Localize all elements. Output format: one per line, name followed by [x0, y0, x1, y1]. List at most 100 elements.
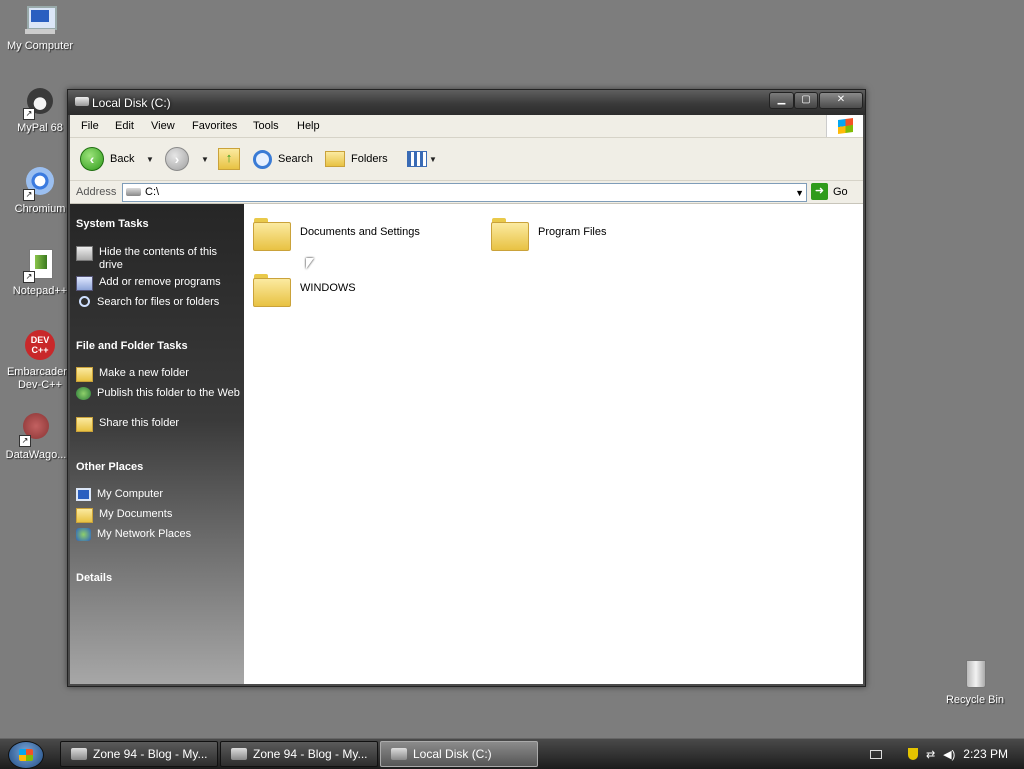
place-my-network-places[interactable]: My Network Places [76, 528, 241, 541]
maximize-button[interactable]: ▢ [794, 92, 818, 109]
search-icon [76, 296, 91, 309]
menu-tools[interactable]: Tools [253, 120, 279, 132]
toolbar: ‹ Back ▼ › ▼ ↑ Search Folders ▼ [70, 138, 863, 181]
up-folder-button[interactable]: ↑ [218, 148, 240, 170]
address-value: C:\ [145, 186, 160, 198]
mypal-icon: ↗ [23, 86, 57, 120]
taskbar: Zone 94 - Blog - My... Zone 94 - Blog - … [0, 738, 1024, 769]
browser-icon [231, 748, 247, 760]
keyboard-icon[interactable] [869, 749, 882, 759]
folder-icon [252, 270, 291, 307]
browser-icon [71, 748, 87, 760]
network-icon[interactable]: ⇄ [926, 748, 935, 761]
computer-icon [76, 488, 91, 501]
forward-arrow-icon: › [165, 147, 189, 171]
close-button[interactable]: ✕ [819, 92, 863, 109]
go-arrow-icon: ➜ [811, 183, 828, 200]
task-share-folder[interactable]: Share this folder [76, 417, 241, 432]
taskbar-button-zone94-2[interactable]: Zone 94 - Blog - My... [220, 741, 378, 767]
drive-icon [126, 188, 141, 196]
folder-name: Documents and Settings [300, 226, 420, 238]
folder-name: Program Files [538, 226, 607, 238]
section-title-details[interactable]: Details [76, 572, 112, 584]
shortcut-arrow-icon: ↗ [23, 108, 35, 120]
back-label: Back [110, 153, 135, 165]
menu-favorites[interactable]: Favorites [192, 120, 237, 132]
views-icon [407, 151, 427, 167]
window-title: Local Disk (C:) [92, 96, 171, 110]
documents-folder-icon [76, 508, 93, 523]
folders-icon [325, 151, 345, 167]
address-bar: Address C:\ ▼ ➜ Go [70, 181, 863, 204]
desktop-icon-my-computer[interactable]: My Computer [0, 4, 80, 53]
add-remove-programs-icon [76, 276, 93, 291]
computer-icon [23, 4, 57, 38]
task-publish-folder-web[interactable]: Publish this folder to the Web [76, 387, 241, 400]
task-add-remove-programs[interactable]: Add or remove programs [76, 276, 241, 291]
volume-icon[interactable]: ◀) [943, 748, 955, 761]
task-hide-drive-contents[interactable]: Hide the contents of this drive [76, 246, 241, 272]
minimize-button[interactable]: ▁ [769, 92, 794, 109]
maximize-icon: ▢ [801, 94, 811, 105]
menu-help[interactable]: Help [297, 120, 320, 132]
folder-item[interactable]: WINDOWS [252, 270, 356, 307]
taskbar-button-label: Zone 94 - Blog - My... [93, 747, 208, 761]
task-make-new-folder[interactable]: Make a new folder [76, 367, 241, 382]
back-history-dropdown[interactable]: ▼ [146, 148, 154, 170]
folder-item[interactable]: Program Files [490, 214, 607, 251]
start-button[interactable] [8, 741, 44, 769]
folders-button[interactable]: Folders [325, 148, 388, 170]
close-icon: ✕ [836, 94, 846, 105]
drive-icon [391, 748, 407, 760]
search-label: Search [278, 153, 313, 165]
forward-history-dropdown[interactable]: ▼ [201, 148, 209, 170]
folder-item[interactable]: Documents and Settings [252, 214, 420, 251]
shortcut-arrow-icon: ↗ [23, 271, 35, 283]
task-label: Share this folder [99, 417, 180, 429]
place-my-computer[interactable]: My Computer [76, 488, 241, 501]
desktop-icon-recycle-bin[interactable]: Recycle Bin [935, 658, 1015, 707]
recycle-bin-icon [958, 658, 992, 692]
folders-label: Folders [351, 153, 388, 165]
network-places-icon [76, 528, 91, 541]
place-label: My Documents [99, 508, 173, 520]
task-label: Publish this folder to the Web [97, 387, 240, 399]
menu-view[interactable]: View [151, 120, 175, 132]
clock[interactable]: 2:23 PM [963, 747, 1008, 761]
taskbar-button-zone94-1[interactable]: Zone 94 - Blog - My... [60, 741, 218, 767]
task-search-files[interactable]: Search for files or folders [76, 296, 241, 309]
security-shield-icon[interactable] [907, 748, 918, 760]
desktop-icon-label: DataWago... [5, 449, 67, 461]
explorer-window: Local Disk (C:) ▁ ▢ ✕ File Edit View Fav… [67, 89, 866, 687]
views-button[interactable]: ▼ [407, 148, 437, 170]
task-label: Hide the contents of this drive [99, 246, 218, 271]
folder-icon [252, 214, 291, 251]
menu-bar: File Edit View Favorites Tools Help [70, 115, 863, 138]
menu-file[interactable]: File [81, 120, 99, 132]
back-button[interactable]: ‹ Back [80, 147, 135, 171]
desktop-icon-datawago[interactable]: ↗ DataWago... [0, 413, 76, 462]
search-icon [253, 149, 272, 169]
hide-contents-icon [76, 246, 93, 261]
new-folder-icon [76, 367, 93, 382]
taskbar-button-label: Zone 94 - Blog - My... [253, 747, 368, 761]
desktop-icon-label: Recycle Bin [945, 694, 1005, 706]
menu-edit[interactable]: Edit [115, 120, 134, 132]
task-label: Make a new folder [99, 367, 189, 379]
place-my-documents[interactable]: My Documents [76, 508, 241, 523]
chevron-down-icon[interactable]: ▼ [795, 188, 804, 198]
address-input[interactable]: C:\ ▼ [122, 183, 807, 202]
go-button[interactable]: ➜ Go [811, 183, 848, 200]
folder-icon [490, 214, 529, 251]
forward-button[interactable]: › [165, 147, 189, 171]
task-label: Add or remove programs [99, 276, 221, 288]
taskbar-button-label: Local Disk (C:) [413, 747, 492, 761]
search-button[interactable]: Search [253, 148, 313, 170]
drive-icon [75, 97, 89, 106]
taskbar-button-local-disk[interactable]: Local Disk (C:) [380, 741, 538, 767]
title-bar[interactable]: Local Disk (C:) ▁ ▢ ✕ [68, 90, 865, 115]
minimize-icon: ▁ [777, 94, 786, 105]
folder-name: WINDOWS [300, 282, 356, 294]
section-title-file-folder-tasks: File and Folder Tasks [76, 340, 188, 352]
file-list: Documents and Settings Program Files WIN… [244, 204, 863, 684]
